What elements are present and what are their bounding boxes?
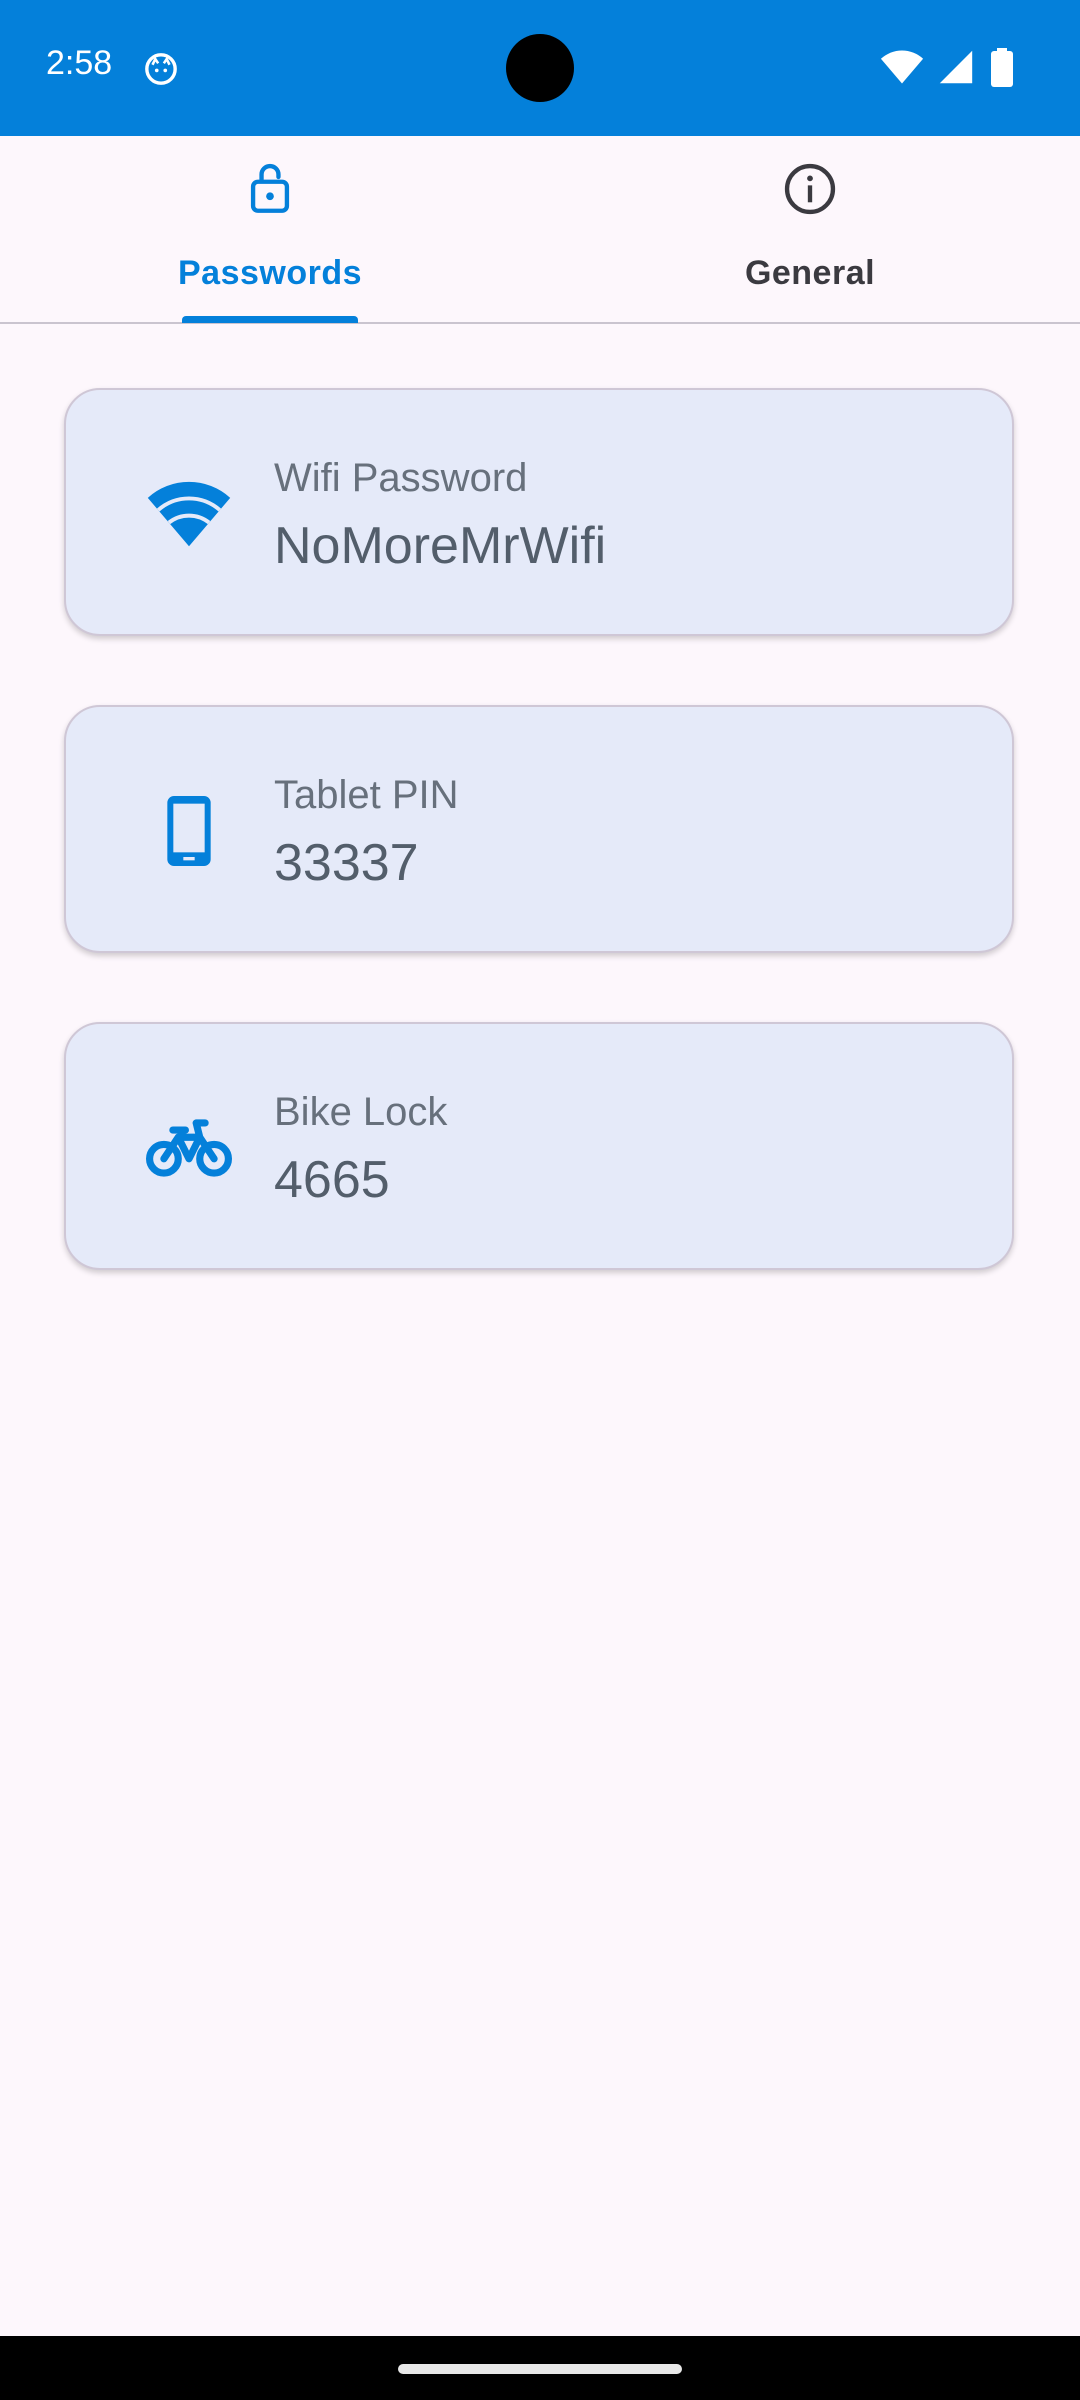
card-value: NoMoreMrWifi bbox=[274, 517, 607, 575]
home-gesture-handle[interactable] bbox=[398, 2364, 682, 2374]
info-icon bbox=[784, 163, 836, 215]
battery-icon bbox=[991, 48, 1013, 87]
card-label: Wifi Password bbox=[274, 456, 528, 500]
signal-icon bbox=[939, 50, 973, 84]
wifi-icon bbox=[880, 50, 924, 84]
tab-label: Passwords bbox=[177, 254, 363, 292]
status-icons bbox=[880, 48, 1050, 88]
password-card-bike[interactable]: Bike Lock 4665 bbox=[64, 1022, 1014, 1270]
tab-label: General bbox=[744, 254, 876, 292]
app-notification-icon bbox=[145, 53, 177, 85]
tab-passwords[interactable]: Passwords bbox=[0, 136, 540, 323]
card-value: 33337 bbox=[274, 834, 419, 892]
navigation-bar bbox=[0, 2336, 1080, 2400]
password-card-wifi[interactable]: Wifi Password NoMoreMrWifi bbox=[64, 388, 1014, 636]
card-label: Tablet PIN bbox=[274, 773, 459, 817]
tablet-icon bbox=[167, 796, 211, 866]
status-time: 2:58 bbox=[46, 44, 113, 82]
camera-cutout bbox=[506, 34, 574, 102]
card-label: Bike Lock bbox=[274, 1090, 448, 1134]
lock-open-icon bbox=[250, 163, 290, 213]
tab-general[interactable]: General bbox=[540, 136, 1080, 322]
tab-bar: Passwords General bbox=[0, 136, 1080, 324]
card-value: 4665 bbox=[274, 1151, 390, 1209]
wifi-icon bbox=[147, 481, 231, 547]
bike-icon bbox=[146, 1119, 232, 1177]
password-card-tablet[interactable]: Tablet PIN 33337 bbox=[64, 705, 1014, 953]
status-bar: 2:58 bbox=[0, 0, 1080, 136]
tab-indicator bbox=[182, 316, 358, 323]
